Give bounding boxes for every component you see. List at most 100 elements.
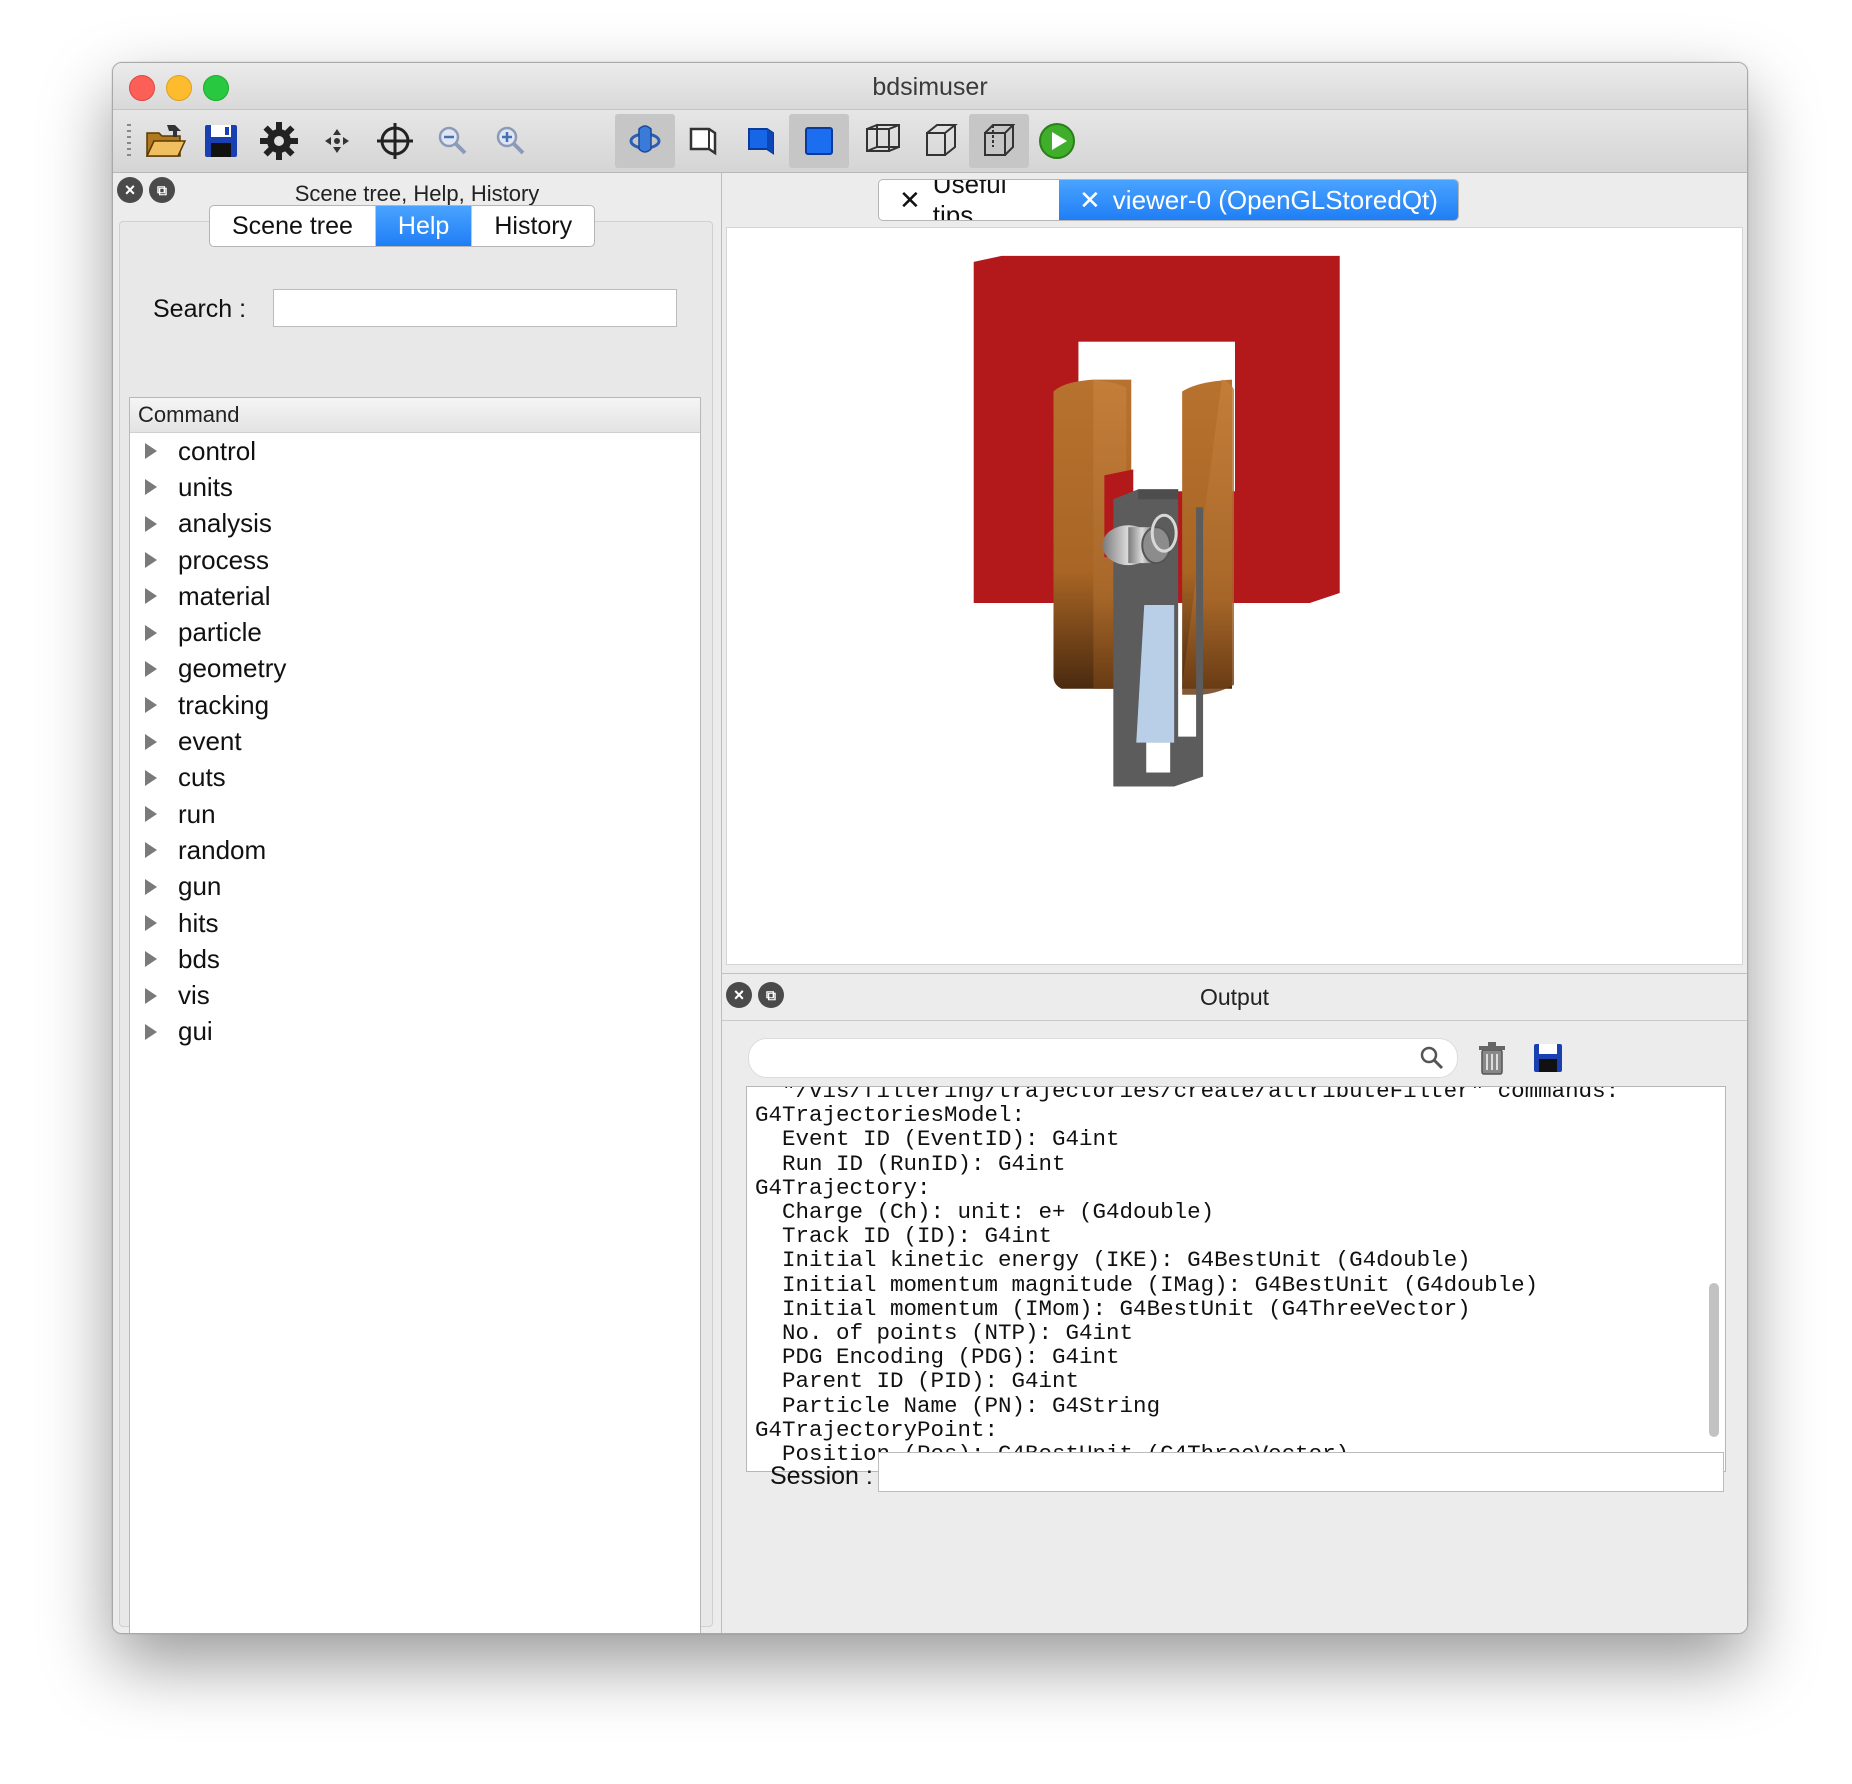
rotate-button[interactable] <box>615 114 675 168</box>
tree-item-geometry[interactable]: geometry <box>130 651 700 687</box>
expand-arrow-icon[interactable] <box>145 951 157 968</box>
console-scroll-thumb[interactable] <box>1709 1283 1719 1437</box>
expand-arrow-icon[interactable] <box>145 624 157 641</box>
expand-arrow-icon[interactable] <box>145 842 157 859</box>
output-title: Output <box>1199 984 1270 1010</box>
close-tab-icon[interactable]: ✕ <box>1079 185 1101 216</box>
command-tree-header[interactable]: Command <box>130 398 700 433</box>
expand-arrow-icon[interactable] <box>145 769 157 786</box>
wireframe-button[interactable] <box>969 114 1029 168</box>
hidden-line-button[interactable] <box>673 114 733 168</box>
tab-viewer-0[interactable]: ✕ viewer-0 (OpenGLStoredQt) <box>1059 180 1458 220</box>
tab-useful-tips[interactable]: ✕ Useful tips <box>879 180 1059 220</box>
session-input[interactable] <box>878 1452 1724 1492</box>
expand-arrow-icon[interactable] <box>145 915 157 931</box>
tree-item-particle[interactable]: particle <box>130 614 700 650</box>
zoom-out-icon <box>438 126 467 155</box>
move-button[interactable] <box>307 114 367 168</box>
tree-item-material[interactable]: material <box>130 578 700 614</box>
console-scrollbar[interactable] <box>1705 1093 1723 1463</box>
output-separator <box>722 1020 1747 1021</box>
tab-history[interactable]: History <box>472 206 594 246</box>
tree-item-tracking[interactable]: tracking <box>130 687 700 723</box>
output-console[interactable]: "/vis/filtering/trajectories/create/attr… <box>746 1086 1726 1472</box>
trash-icon[interactable] <box>1472 1038 1512 1078</box>
surface-button[interactable] <box>789 114 849 168</box>
tree-item-label: bds <box>178 943 220 974</box>
open-icon <box>145 125 187 157</box>
expand-arrow-icon[interactable] <box>145 588 157 605</box>
perspective-icon <box>866 124 900 152</box>
ortho-icon <box>926 124 958 156</box>
toolbar-grip[interactable] <box>127 124 131 156</box>
tree-item-label: particle <box>178 617 262 648</box>
tree-item-analysis[interactable]: analysis <box>130 506 700 542</box>
tree-item-vis[interactable]: vis <box>130 977 700 1013</box>
title-bar: bdsimuser <box>113 63 1747 110</box>
solid-button[interactable] <box>731 114 791 168</box>
opengl-viewer[interactable] <box>726 227 1743 965</box>
tree-item-control[interactable]: control <box>130 433 700 469</box>
ortho-button[interactable] <box>911 114 971 168</box>
session-label: Session : <box>770 1462 873 1490</box>
zoom-out-button[interactable] <box>423 114 483 168</box>
surface-icon <box>805 127 833 155</box>
geometry-render <box>973 255 1340 787</box>
tree-item-hits[interactable]: hits <box>130 905 700 941</box>
tree-item-random[interactable]: random <box>130 832 700 868</box>
run-icon <box>1039 123 1075 159</box>
tree-item-run[interactable]: run <box>130 796 700 832</box>
tree-item-label: event <box>178 726 242 757</box>
left-dock: × ⧉ Scene tree, Help, History Scene tree… <box>113 173 722 1633</box>
close-tab-icon[interactable]: ✕ <box>899 185 921 216</box>
run-button[interactable] <box>1027 114 1087 168</box>
tree-item-event[interactable]: event <box>130 723 700 759</box>
left-dock-tabs: Scene tree Help History <box>209 205 596 247</box>
output-filter-input[interactable] <box>748 1038 1458 1078</box>
tree-item-label: random <box>178 834 267 865</box>
tree-item-process[interactable]: process <box>130 542 700 578</box>
perspective-button[interactable] <box>853 114 913 168</box>
pick-button[interactable] <box>365 114 425 168</box>
tab-help[interactable]: Help <box>375 206 473 246</box>
tab-label: Useful tips <box>932 179 1007 221</box>
expand-arrow-icon[interactable] <box>145 660 157 677</box>
search-input[interactable] <box>273 289 677 327</box>
expand-arrow-icon[interactable] <box>145 987 157 1004</box>
console-text: "/vis/filtering/trajectories/create/attr… <box>755 1086 1620 1468</box>
tree-item-gun[interactable]: gun <box>130 869 700 905</box>
tree-item-cuts[interactable]: cuts <box>130 760 700 796</box>
expand-arrow-icon[interactable] <box>145 1023 157 1040</box>
tree-item-label: gun <box>178 871 222 902</box>
tree-item-units[interactable]: units <box>130 469 700 505</box>
tree-item-bds[interactable]: bds <box>130 941 700 977</box>
settings-button[interactable] <box>249 114 309 168</box>
open-button[interactable] <box>135 114 195 168</box>
expand-arrow-icon[interactable] <box>145 878 157 895</box>
tree-item-label: run <box>178 798 216 829</box>
tree-item-label: gui <box>178 1016 213 1047</box>
tree-item-gui[interactable]: gui <box>130 1014 700 1050</box>
output-dock: × ⧉ Output "/vis/filtering/trajectories/… <box>722 973 1747 1633</box>
tab-scene-tree[interactable]: Scene tree <box>210 206 376 246</box>
save-icon <box>205 125 237 157</box>
tree-item-label: hits <box>178 907 219 938</box>
zoom-in-button[interactable] <box>481 114 541 168</box>
expand-arrow-icon[interactable] <box>145 697 157 714</box>
expand-arrow-icon[interactable] <box>145 443 157 460</box>
settings-icon <box>260 122 298 160</box>
expand-arrow-icon[interactable] <box>145 552 157 569</box>
expand-arrow-icon[interactable] <box>145 733 157 750</box>
tree-item-label: cuts <box>178 762 226 793</box>
expand-arrow-icon[interactable] <box>145 479 157 496</box>
main-window: bdsimuser × ⧉ Scene tree, Help, History … <box>112 62 1748 1634</box>
window-title: bdsimuser <box>872 73 988 101</box>
save-output-icon[interactable] <box>1528 1038 1568 1078</box>
tree-item-label: geometry <box>178 653 287 684</box>
search-label: Search : <box>153 295 247 323</box>
expand-arrow-icon[interactable] <box>145 515 157 532</box>
expand-arrow-icon[interactable] <box>145 806 157 823</box>
tree-item-label: process <box>178 544 270 575</box>
zoom-in-icon <box>496 126 525 155</box>
save-button[interactable] <box>191 114 251 168</box>
